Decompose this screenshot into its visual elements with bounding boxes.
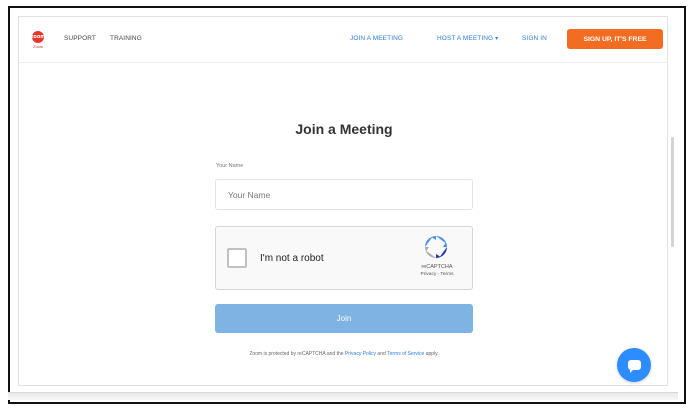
nav-training-link[interactable]: TRAINING	[110, 35, 142, 42]
name-field-label: Your Name	[216, 163, 244, 169]
header-divider	[19, 62, 667, 63]
footnote-middle: and	[376, 351, 388, 357]
footnote-prefix: Zoom is protected by reCAPTCHA and the	[249, 351, 345, 357]
recaptcha-label: I'm not a robot	[260, 253, 324, 264]
recaptcha-checkbox[interactable]	[227, 248, 247, 268]
host-meeting-label: HOST A MEETING	[437, 35, 494, 42]
nav-support-link[interactable]: SUPPORT	[64, 35, 96, 42]
sign-up-button[interactable]: SIGN UP, IT'S FREE	[567, 29, 663, 49]
recaptcha-privacy-terms-links[interactable]: Privacy - Terms	[408, 272, 466, 277]
recaptcha-footnote: Zoom is protected by reCAPTCHA and the P…	[19, 351, 669, 357]
recaptcha-logo-icon	[425, 236, 447, 258]
recaptcha-brand: reCAPTCHA	[421, 264, 453, 270]
chevron-down-icon: ▾	[495, 36, 499, 42]
footnote-suffix: apply.	[424, 351, 439, 357]
terms-of-service-link[interactable]: Terms of Service	[387, 351, 424, 357]
nav-join-meeting-link[interactable]: JOIN A MEETING	[350, 35, 403, 42]
chat-bubble-icon	[627, 360, 641, 373]
nav-host-meeting-link[interactable]: HOST A MEETING ▾	[437, 35, 498, 42]
page-title: Join a Meeting	[295, 121, 393, 137]
nav-sign-in-link[interactable]: SIGN IN	[522, 35, 547, 42]
recaptcha-widget: I'm not a robot reCAPTCHA Privacy - Term…	[215, 226, 473, 290]
top-navigation: zoom Zoom SUPPORT TRAINING JOIN A MEETIN…	[19, 17, 667, 57]
logo-text: zoom	[30, 34, 46, 40]
privacy-policy-link[interactable]: Privacy Policy	[345, 351, 376, 357]
browser-page: zoom Zoom SUPPORT TRAINING JOIN A MEETIN…	[18, 16, 674, 386]
join-button[interactable]: Join	[215, 304, 473, 333]
frame-bottom-edge	[8, 392, 678, 400]
logo-subtext: Zoom	[33, 44, 44, 49]
name-input[interactable]	[215, 179, 473, 210]
page-scrollbar[interactable]	[671, 137, 674, 247]
chat-button[interactable]	[617, 348, 651, 382]
zoom-logo-icon[interactable]: zoom	[30, 31, 46, 43]
